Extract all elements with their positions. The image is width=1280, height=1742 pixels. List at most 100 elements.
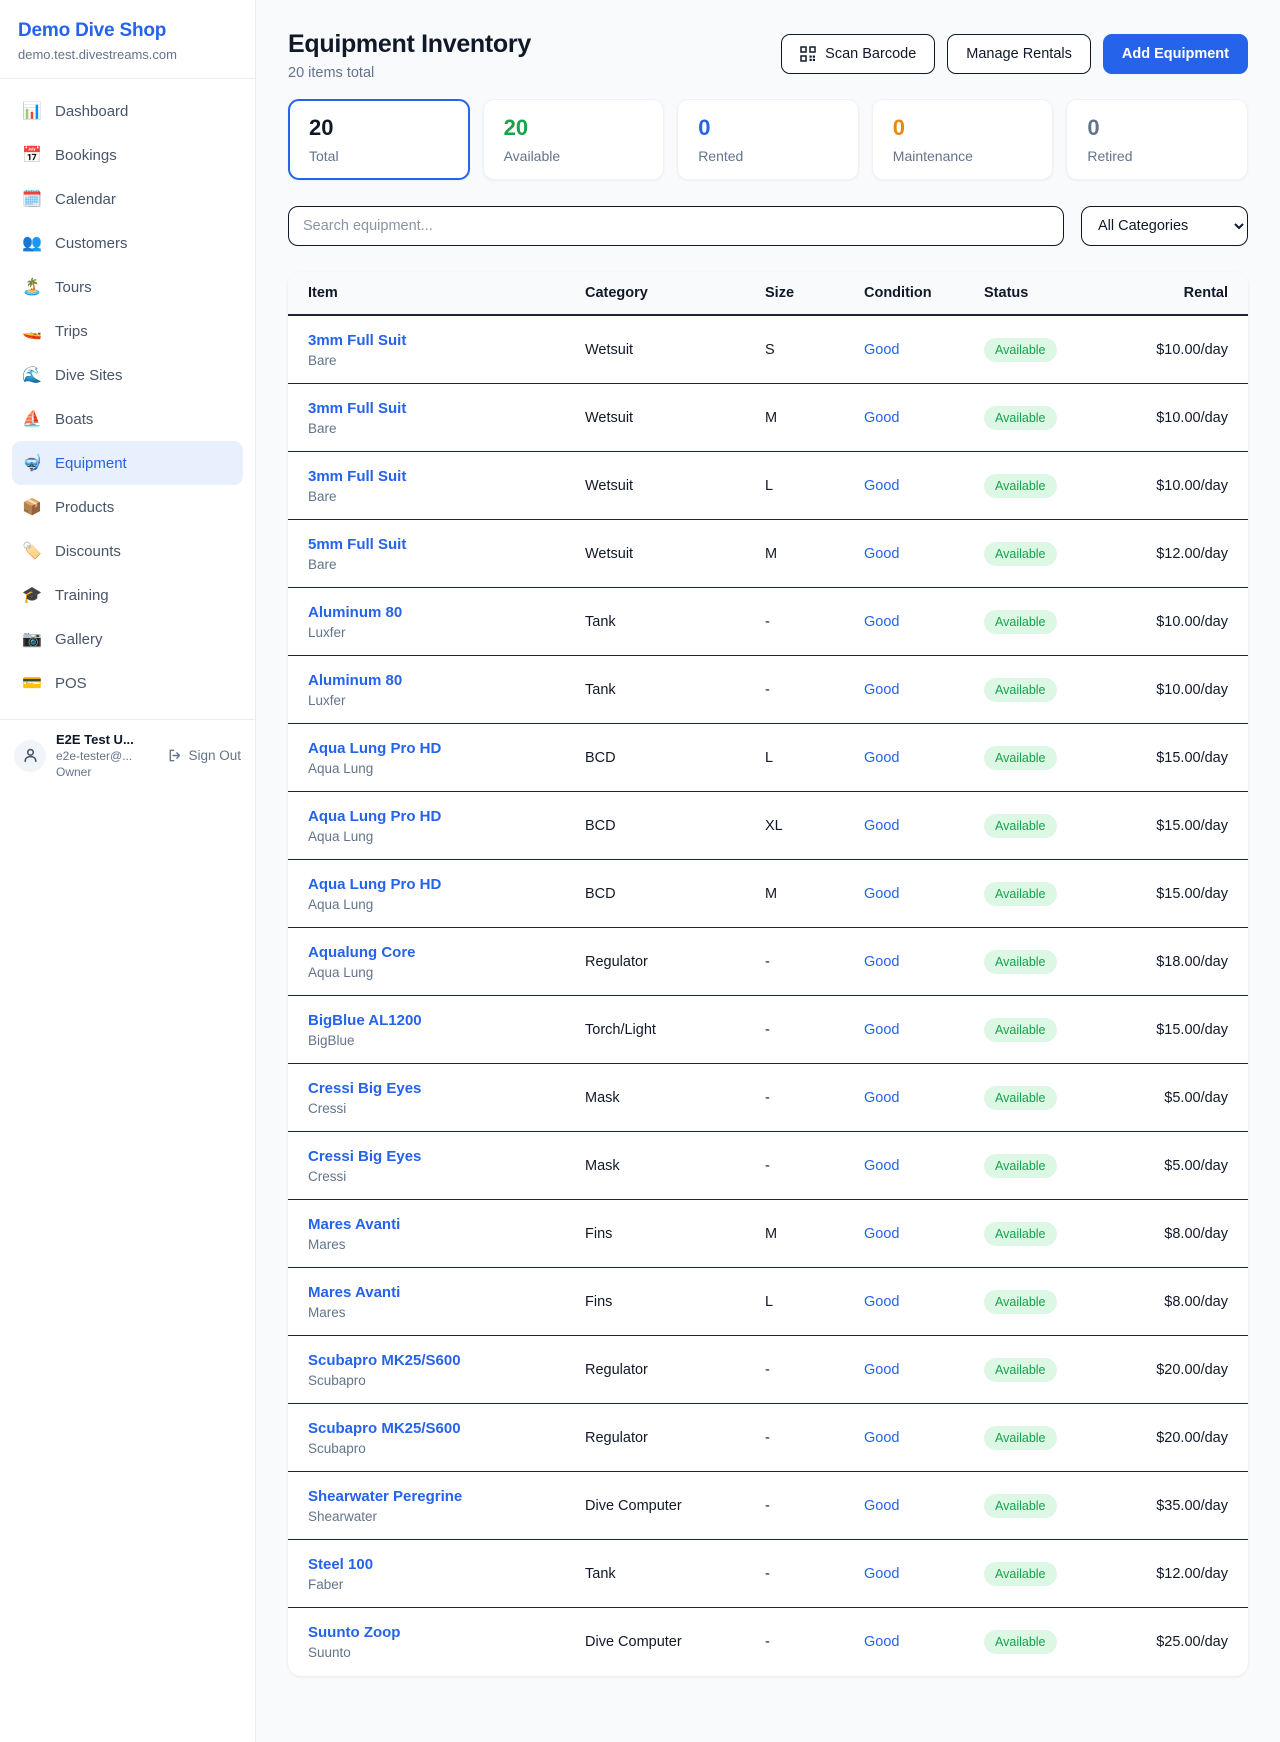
sidebar-item-discounts[interactable]: 🏷️Discounts [12,529,243,573]
item-link[interactable]: Aqualung Core [308,944,585,961]
item-link[interactable]: Scubapro MK25/S600 [308,1420,585,1437]
condition-link[interactable]: Good [864,1226,984,1242]
item-link[interactable]: Aqua Lung Pro HD [308,740,585,757]
condition-link[interactable]: Good [864,1090,984,1106]
item-link[interactable]: Scubapro MK25/S600 [308,1352,585,1369]
cell-category: Tank [585,682,765,698]
sidebar-item-label: Tours [55,279,92,296]
item-link[interactable]: 3mm Full Suit [308,400,585,417]
page-subtitle: 20 items total [288,65,531,81]
item-link[interactable]: Steel 100 [308,1556,585,1573]
stat-card-total[interactable]: 20Total [288,99,470,180]
condition-link[interactable]: Good [864,1294,984,1310]
condition-link[interactable]: Good [864,410,984,426]
condition-link[interactable]: Good [864,1362,984,1378]
stat-card-available[interactable]: 20Available [483,99,665,180]
column-header-size: Size [765,285,864,301]
cell-item: 5mm Full Suit Bare [308,536,585,572]
item-link[interactable]: 5mm Full Suit [308,536,585,553]
sidebar-item-pos[interactable]: 💳POS [12,661,243,705]
cell-rental: $10.00/day [1134,478,1228,494]
condition-link[interactable]: Good [864,954,984,970]
status-badge: Available [984,1562,1057,1586]
item-link[interactable]: Aqua Lung Pro HD [308,808,585,825]
sidebar-item-dive-sites[interactable]: 🌊Dive Sites [12,353,243,397]
table-row: Aqua Lung Pro HDAqua LungBCDLGoodAvailab… [288,724,1248,792]
scan-barcode-button[interactable]: Scan Barcode [781,34,935,74]
item-link[interactable]: Shearwater Peregrine [308,1488,585,1505]
cell-category: Tank [585,614,765,630]
condition-link[interactable]: Good [864,818,984,834]
condition-link[interactable]: Good [864,1566,984,1582]
manage-rentals-button[interactable]: Manage Rentals [947,34,1091,74]
condition-link[interactable]: Good [864,1430,984,1446]
condition-link[interactable]: Good [864,614,984,630]
add-equipment-button[interactable]: Add Equipment [1103,34,1248,74]
sidebar-item-customers[interactable]: 👥Customers [12,221,243,265]
condition-link[interactable]: Good [864,682,984,698]
item-link[interactable]: Aluminum 80 [308,604,585,621]
stat-card-maintenance[interactable]: 0Maintenance [872,99,1054,180]
sidebar-item-equipment[interactable]: 🤿Equipment [12,441,243,485]
search-input[interactable] [288,206,1064,246]
cell-status: Available [984,1630,1134,1654]
sidebar-item-label: Training [55,587,109,604]
item-link[interactable]: BigBlue AL1200 [308,1012,585,1029]
page-header: Equipment Inventory 20 items total Scan … [288,30,1248,81]
stat-label: Retired [1087,148,1227,164]
sign-out-button[interactable]: Sign Out [167,748,241,763]
condition-link[interactable]: Good [864,546,984,562]
item-link[interactable]: Mares Avanti [308,1284,585,1301]
condition-link[interactable]: Good [864,1498,984,1514]
item-link[interactable]: 3mm Full Suit [308,468,585,485]
equipment-table: ItemCategorySizeConditionStatusRental 3m… [288,272,1248,1676]
condition-link[interactable]: Good [864,1022,984,1038]
cell-category: Wetsuit [585,478,765,494]
condition-link[interactable]: Good [864,750,984,766]
item-brand: Bare [308,557,585,572]
cell-item: Mares AvantiMares [308,1216,585,1252]
item-link[interactable]: Cressi Big Eyes [308,1080,585,1097]
stat-value: 0 [893,115,1033,141]
sidebar-item-products[interactable]: 📦Products [12,485,243,529]
condition-link[interactable]: Good [864,1634,984,1650]
item-brand: Scubapro [308,1441,585,1456]
sidebar-nav: 📊Dashboard📅Bookings🗓️Calendar👥Customers🏝… [0,79,255,711]
cell-item: Cressi Big EyesCressi [308,1080,585,1116]
sidebar-item-calendar[interactable]: 🗓️Calendar [12,177,243,221]
sidebar-item-dashboard[interactable]: 📊Dashboard [12,89,243,133]
stat-card-retired[interactable]: 0Retired [1066,99,1248,180]
category-filter[interactable]: All Categories [1081,206,1248,246]
cell-item: Aqua Lung Pro HDAqua Lung [308,876,585,912]
status-badge: Available [984,474,1057,498]
sidebar-item-label: Discounts [55,543,121,560]
item-link[interactable]: Mares Avanti [308,1216,585,1233]
stat-card-rented[interactable]: 0Rented [677,99,859,180]
condition-link[interactable]: Good [864,1158,984,1174]
sidebar-item-gallery[interactable]: 📷Gallery [12,617,243,661]
item-link[interactable]: Aqua Lung Pro HD [308,876,585,893]
sidebar-item-bookings[interactable]: 📅Bookings [12,133,243,177]
item-link[interactable]: Aluminum 80 [308,672,585,689]
cell-size: - [765,1158,864,1174]
sidebar-item-training[interactable]: 🎓Training [12,573,243,617]
condition-link[interactable]: Good [864,478,984,494]
condition-link[interactable]: Good [864,886,984,902]
cell-category: Fins [585,1226,765,1242]
sidebar-item-boats[interactable]: ⛵Boats [12,397,243,441]
header-actions: Scan Barcode Manage Rentals Add Equipmen… [781,34,1248,74]
cell-status: Available [984,542,1134,566]
item-link[interactable]: Suunto Zoop [308,1624,585,1641]
stat-label: Available [504,148,644,164]
user-email: e2e-tester@... [56,749,157,763]
item-link[interactable]: 3mm Full Suit [308,332,585,349]
cell-category: Dive Computer [585,1634,765,1650]
status-badge: Available [984,1018,1057,1042]
sidebar-item-label: Dive Sites [55,367,123,384]
sidebar-item-tours[interactable]: 🏝️Tours [12,265,243,309]
condition-link[interactable]: Good [864,342,984,358]
sidebar-item-trips[interactable]: 🚤Trips [12,309,243,353]
stat-value: 0 [698,115,838,141]
item-link[interactable]: Cressi Big Eyes [308,1148,585,1165]
bar-chart-icon: 📊 [22,101,42,121]
